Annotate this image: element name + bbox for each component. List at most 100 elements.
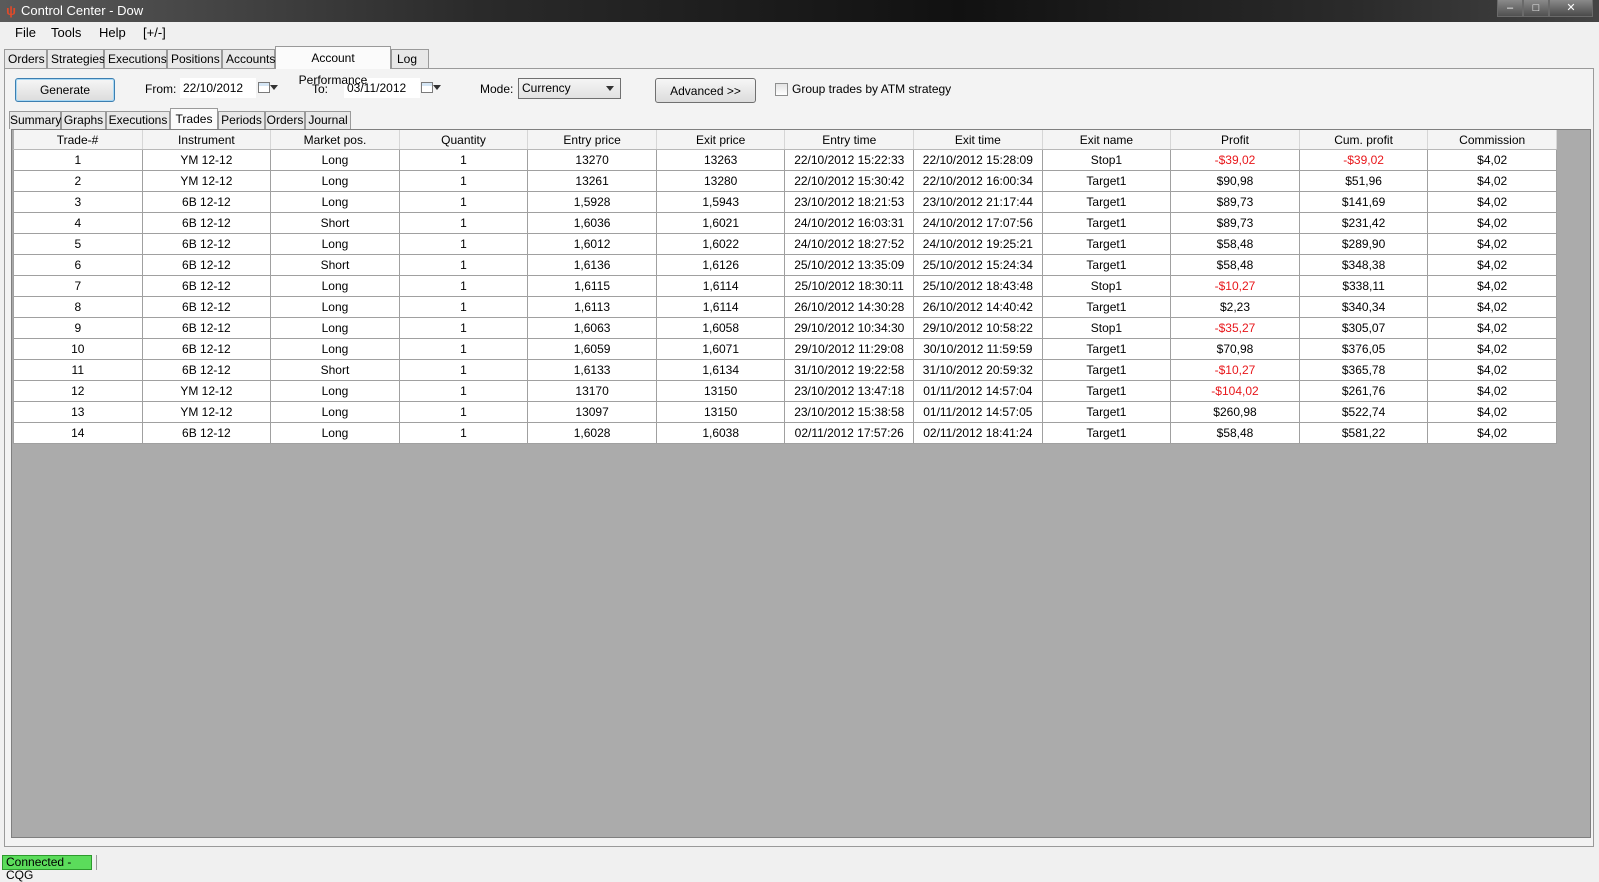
cell-exit-price: 1,6022 xyxy=(656,233,786,255)
subtab-executions[interactable]: Executions xyxy=(106,111,170,129)
cell-cum-profit: $348,38 xyxy=(1299,254,1429,276)
mode-select[interactable]: Currency xyxy=(518,78,621,99)
generate-button[interactable]: Generate xyxy=(15,78,115,102)
cell-quantity: 1 xyxy=(399,338,529,360)
cell-profit: $70,98 xyxy=(1170,338,1300,360)
column-header-exit-price[interactable]: Exit price xyxy=(656,130,786,150)
tab-account-performance[interactable]: Account Performance xyxy=(275,46,391,87)
close-button[interactable]: ✕ xyxy=(1549,0,1593,17)
subtab-periods[interactable]: Periods xyxy=(218,111,265,129)
cell-quantity: 1 xyxy=(399,317,529,339)
subtab-graphs[interactable]: Graphs xyxy=(61,111,106,129)
tab-orders[interactable]: Orders xyxy=(4,49,47,68)
table-row[interactable]: 12 YM 12-12 Long 1 13170 13150 23/10/2012 13:4… xyxy=(13,380,1557,402)
column-header-market-position[interactable]: Market pos. xyxy=(270,130,400,150)
menu-expand[interactable]: [+/-] xyxy=(143,25,166,40)
cell-entry-time: 23/10/2012 15:38:58 xyxy=(784,401,915,423)
cell-cum-profit: $522,74 xyxy=(1299,401,1429,423)
column-header-commission[interactable]: Commission xyxy=(1427,130,1557,150)
table-row[interactable]: 6 6B 12-12 Short 1 1,6136 1,6126 25/10/2012 13… xyxy=(13,254,1557,276)
cell-commission: $4,02 xyxy=(1427,401,1557,423)
column-header-trade-number[interactable]: Trade-# xyxy=(13,130,143,150)
subtab-summary[interactable]: Summary xyxy=(9,111,61,129)
connection-status-badge: Connected - CQG xyxy=(2,855,92,882)
cell-quantity: 1 xyxy=(399,191,529,213)
menu-tools[interactable]: Tools xyxy=(51,25,81,40)
cell-profit: $260,98 xyxy=(1170,401,1300,423)
tab-positions[interactable]: Positions xyxy=(167,49,222,68)
cell-commission: $4,02 xyxy=(1427,170,1557,192)
mode-label: Mode: xyxy=(480,82,514,96)
table-row[interactable]: 4 6B 12-12 Short 1 1,6036 1,6021 24/10/2012 16… xyxy=(13,212,1557,234)
cell-quantity: 1 xyxy=(399,212,529,234)
table-row[interactable]: 11 6B 12-12 Short 1 1,6133 1,6134 31/10/2012 1… xyxy=(13,359,1557,381)
trades-grid[interactable]: Trade-# Instrument Market pos. Quantity Entr… xyxy=(11,129,1591,838)
table-row[interactable]: 5 6B 12-12 Long 1 1,6012 1,6022 24/10/2012 18:… xyxy=(13,233,1557,255)
to-calendar-icon[interactable] xyxy=(421,82,433,93)
cell-market-position: Long xyxy=(270,191,400,213)
advanced-button[interactable]: Advanced >> xyxy=(655,78,756,103)
table-row[interactable]: 9 6B 12-12 Long 1 1,6063 1,6058 29/10/2012 10:… xyxy=(13,317,1557,339)
subtab-trades[interactable]: Trades xyxy=(170,108,218,129)
cell-commission: $4,02 xyxy=(1427,359,1557,381)
column-header-entry-time[interactable]: Entry time xyxy=(784,130,915,150)
cell-quantity: 1 xyxy=(399,233,529,255)
cell-entry-price: 1,6113 xyxy=(527,296,657,318)
cell-entry-price: 1,5928 xyxy=(527,191,657,213)
cell-trade-number: 7 xyxy=(13,275,143,297)
cell-cum-profit: $340,34 xyxy=(1299,296,1429,318)
cell-commission: $4,02 xyxy=(1427,422,1557,444)
group-trades-checkbox[interactable] xyxy=(775,83,788,96)
to-chevron-down-icon[interactable] xyxy=(433,85,441,90)
cell-quantity: 1 xyxy=(399,359,529,381)
tab-executions[interactable]: Executions xyxy=(104,49,167,68)
column-header-profit[interactable]: Profit xyxy=(1170,130,1300,150)
from-calendar-icon[interactable] xyxy=(258,82,270,93)
cell-trade-number: 12 xyxy=(13,380,143,402)
cell-entry-price: 1,6133 xyxy=(527,359,657,381)
subtab-orders[interactable]: Orders xyxy=(265,111,305,129)
column-header-exit-name[interactable]: Exit name xyxy=(1042,130,1172,150)
table-row[interactable]: 1 YM 12-12 Long 1 13270 13263 22/10/2012 15:22… xyxy=(13,149,1557,171)
tab-log[interactable]: Log xyxy=(391,49,429,68)
column-header-instrument[interactable]: Instrument xyxy=(142,130,272,150)
cell-market-position: Long xyxy=(270,296,400,318)
table-row[interactable]: 7 6B 12-12 Long 1 1,6115 1,6114 25/10/2012 18:… xyxy=(13,275,1557,297)
table-row[interactable]: 10 6B 12-12 Long 1 1,6059 1,6071 29/10/2012 11… xyxy=(13,338,1557,360)
cell-entry-time: 29/10/2012 11:29:08 xyxy=(784,338,915,360)
tab-strategies[interactable]: Strategies xyxy=(47,49,105,68)
cell-market-position: Long xyxy=(270,380,400,402)
cell-entry-price: 1,6012 xyxy=(527,233,657,255)
cell-trade-number: 9 xyxy=(13,317,143,339)
table-row[interactable]: 14 6B 12-12 Long 1 1,6028 1,6038 02/11/2012 17… xyxy=(13,422,1557,444)
maximize-button[interactable]: □ xyxy=(1523,0,1549,17)
status-separator xyxy=(96,855,97,870)
cell-cum-profit: $141,69 xyxy=(1299,191,1429,213)
column-header-exit-time[interactable]: Exit time xyxy=(913,130,1043,150)
tab-accounts[interactable]: Accounts xyxy=(222,49,275,68)
cell-profit: -$10,27 xyxy=(1170,359,1300,381)
from-chevron-down-icon[interactable] xyxy=(270,85,278,90)
subtab-journal[interactable]: Journal xyxy=(305,111,351,129)
cell-exit-price: 1,6021 xyxy=(656,212,786,234)
table-row[interactable]: 8 6B 12-12 Long 1 1,6113 1,6114 26/10/2012 14:… xyxy=(13,296,1557,318)
cell-instrument: 6B 12-12 xyxy=(142,338,272,360)
cell-exit-name: Target1 xyxy=(1042,296,1172,318)
cell-trade-number: 2 xyxy=(13,170,143,192)
from-date-field[interactable]: 22/10/2012 xyxy=(180,78,256,98)
cell-exit-time: 26/10/2012 14:40:42 xyxy=(913,296,1043,318)
minimize-button[interactable]: – xyxy=(1497,0,1523,17)
cell-instrument: 6B 12-12 xyxy=(142,296,272,318)
table-row[interactable]: 2 YM 12-12 Long 1 13261 13280 22/10/2012 15:30… xyxy=(13,170,1557,192)
column-header-cum-profit[interactable]: Cum. profit xyxy=(1299,130,1429,150)
menu-file[interactable]: File xyxy=(15,25,36,40)
cell-instrument: 6B 12-12 xyxy=(142,212,272,234)
cell-entry-time: 22/10/2012 15:30:42 xyxy=(784,170,915,192)
cell-profit: $58,48 xyxy=(1170,422,1300,444)
column-header-quantity[interactable]: Quantity xyxy=(399,130,529,150)
menu-help[interactable]: Help xyxy=(99,25,126,40)
column-header-entry-price[interactable]: Entry price xyxy=(527,130,657,150)
table-row[interactable]: 3 6B 12-12 Long 1 1,5928 1,5943 23/10/2012 18:… xyxy=(13,191,1557,213)
cell-exit-price: 1,6038 xyxy=(656,422,786,444)
table-row[interactable]: 13 YM 12-12 Long 1 13097 13150 23/10/2012 15:3… xyxy=(13,401,1557,423)
